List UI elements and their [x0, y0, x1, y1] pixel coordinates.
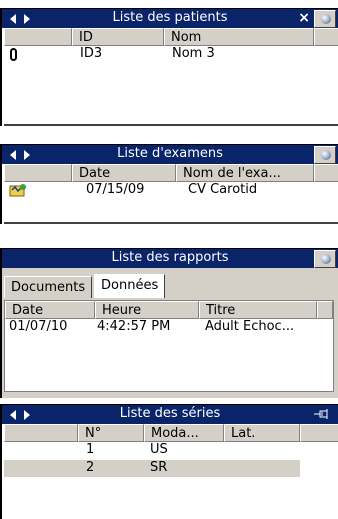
patients-panel: Liste des patients × ID Nom ID3 Nom 3: [0, 8, 338, 126]
patients-col-nom[interactable]: Nom: [164, 28, 314, 46]
series-moda: US: [150, 442, 168, 457]
patients-col-filler: [314, 28, 338, 46]
paperclip-icon: [10, 48, 17, 61]
close-icon[interactable]: ×: [298, 10, 310, 26]
exams-col-icon[interactable]: [4, 164, 72, 182]
series-col-filler: [300, 424, 338, 442]
reports-col-date[interactable]: Date: [5, 301, 95, 319]
patients-title: Liste des patients: [112, 10, 228, 25]
series-col-icon[interactable]: [4, 424, 78, 442]
series-row-selected[interactable]: 2 SR: [4, 460, 300, 477]
patients-titlebar: Liste des patients ×: [0, 8, 338, 28]
panel-menu-globe-icon[interactable]: [314, 250, 336, 268]
exams-title: Liste d'examens: [117, 146, 223, 161]
exam-icon: [9, 184, 26, 197]
exams-table: Date Nom de l'exa... 07/15/09 CV Carotid: [0, 164, 338, 224]
exams-col-filler: [314, 164, 338, 182]
reports-col-titre[interactable]: Titre: [199, 301, 317, 319]
panel-menu-globe-icon[interactable]: [314, 146, 336, 164]
patients-divider: [4, 124, 338, 126]
series-moda: SR: [150, 460, 168, 475]
exams-divider: [4, 222, 338, 224]
exams-titlebar: Liste d'examens: [0, 144, 338, 164]
tab-documents[interactable]: Documents: [4, 276, 93, 298]
pin-icon[interactable]: [314, 408, 330, 420]
exam-nom: CV Carotid: [188, 182, 258, 197]
panel-menu-globe-icon[interactable]: [314, 10, 336, 28]
patient-nom: Nom 3: [172, 46, 215, 61]
report-titre: Adult Echoc...: [205, 319, 295, 334]
patient-id: ID3: [80, 46, 103, 61]
reports-col-filler: [317, 301, 333, 319]
tab-donnees[interactable]: Données: [94, 274, 166, 298]
reports-tab-strip: Documents Données: [4, 274, 338, 302]
exams-col-date[interactable]: Date: [72, 164, 176, 182]
reports-title: Liste des rapports: [111, 250, 229, 265]
reports-table: Date Heure Titre 01/07/10 4:42:57 PM Adu…: [4, 300, 334, 392]
series-title: Liste des séries: [119, 406, 221, 421]
reports-titlebar: Liste des rapports: [0, 248, 338, 268]
exams-row[interactable]: 07/15/09 CV Carotid: [4, 182, 338, 199]
series-panel: Liste des séries N° Moda... Lat. 1 US 2 …: [0, 404, 338, 519]
reports-body: Documents Données Date Heure Titre 01/07…: [0, 268, 338, 398]
exams-col-nom[interactable]: Nom de l'exa...: [176, 164, 314, 182]
exam-date: 07/15/09: [86, 182, 145, 197]
series-num: 1: [86, 442, 95, 457]
series-num: 2: [86, 460, 95, 475]
patients-row[interactable]: ID3 Nom 3: [4, 46, 338, 63]
reports-panel: Liste des rapports Documents Données Dat…: [0, 248, 338, 398]
patients-col-id[interactable]: ID: [72, 28, 164, 46]
reports-col-heure[interactable]: Heure: [95, 301, 199, 319]
exams-panel: Liste d'examens Date Nom de l'exa... 07/…: [0, 144, 338, 224]
series-col-moda[interactable]: Moda...: [144, 424, 224, 442]
series-col-num[interactable]: N°: [78, 424, 144, 442]
series-col-lat[interactable]: Lat.: [224, 424, 300, 442]
series-titlebar: Liste des séries: [0, 404, 338, 424]
report-date: 01/07/10: [9, 319, 68, 334]
reports-row[interactable]: 01/07/10 4:42:57 PM Adult Echoc...: [5, 319, 333, 336]
report-heure: 4:42:57 PM: [97, 319, 171, 334]
patients-table: ID Nom ID3 Nom 3: [0, 28, 338, 126]
series-row[interactable]: 1 US: [4, 442, 300, 459]
patients-col-icon[interactable]: [4, 28, 72, 46]
series-table: N° Moda... Lat. 1 US 2 SR: [0, 424, 338, 519]
